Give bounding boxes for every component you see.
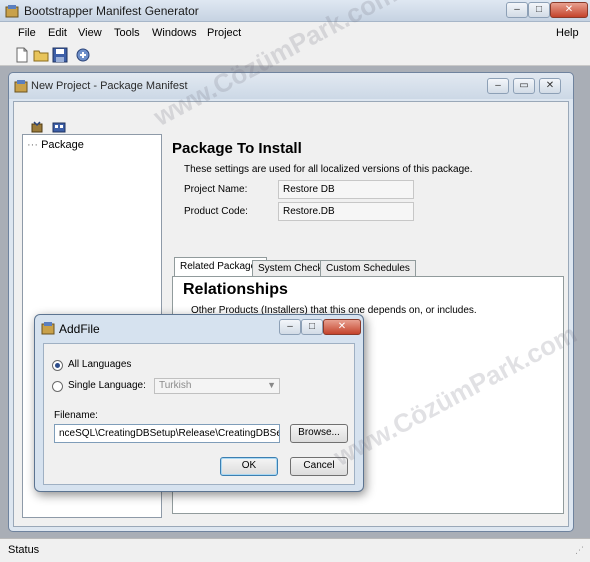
minimize-button[interactable]: – <box>506 2 528 18</box>
dialog-close-button[interactable]: ✕ <box>323 319 361 335</box>
dialog-maximize-button[interactable]: □ <box>301 319 323 335</box>
project-name-field[interactable]: Restore DB <box>278 180 414 199</box>
tab-custom-schedules[interactable]: Custom Schedules <box>320 260 416 277</box>
product-code-field[interactable]: Restore.DB <box>278 202 414 221</box>
dialog-title: AddFile <box>59 322 100 336</box>
child-close-button[interactable]: ✕ <box>539 78 561 94</box>
menu-edit[interactable]: Edit <box>48 27 67 39</box>
status-bar: Status ⋰ <box>0 538 590 562</box>
browse-button[interactable]: Browse... <box>290 424 348 443</box>
child-window-title: New Project - Package Manifest <box>31 80 188 92</box>
cancel-button[interactable]: Cancel <box>290 457 348 476</box>
child-title-bar: New Project - Package Manifest – ▭ ✕ <box>9 73 573 99</box>
save-icon[interactable] <box>52 47 68 63</box>
menu-tools[interactable]: Tools <box>114 27 140 39</box>
single-language-radio[interactable] <box>52 381 63 392</box>
project-name-label: Project Name: <box>184 184 248 195</box>
menu-file[interactable]: File <box>18 27 36 39</box>
child-toolbar <box>20 106 80 133</box>
tree-connector: ··· <box>27 139 38 151</box>
open-folder-icon[interactable] <box>33 47 49 63</box>
maximize-button[interactable]: □ <box>528 2 550 18</box>
filename-label: Filename: <box>54 410 98 421</box>
main-toolbar <box>0 44 590 66</box>
add-file-icon[interactable] <box>52 120 66 134</box>
language-select[interactable]: Turkish ▼ <box>154 378 280 394</box>
status-text: Status <box>8 544 40 556</box>
main-title-bar: Bootstrapper Manifest Generator – □ ✕ <box>0 0 590 22</box>
new-file-icon[interactable] <box>14 47 30 63</box>
menu-windows[interactable]: Windows <box>152 27 197 39</box>
tree-item-package[interactable]: ··· Package <box>27 139 84 151</box>
ok-button[interactable]: OK <box>220 457 278 476</box>
language-select-value: Turkish <box>159 380 192 391</box>
add-package-icon[interactable] <box>30 120 44 134</box>
child-restore-button[interactable]: ▭ <box>513 78 535 94</box>
all-languages-radio[interactable] <box>52 360 63 371</box>
dialog-client-area: All Languages Single Language: Turkish ▼… <box>43 343 355 485</box>
all-languages-label: All Languages <box>68 359 132 370</box>
close-button[interactable]: ✕ <box>550 2 588 18</box>
dialog-minimize-button[interactable]: – <box>279 319 301 335</box>
add-file-dialog: AddFile – □ ✕ All Languages Single Langu… <box>34 314 364 492</box>
menu-view[interactable]: View <box>78 27 102 39</box>
menu-project[interactable]: Project <box>207 27 241 39</box>
menu-bar: File Edit View Tools Windows Project Hel… <box>0 22 590 44</box>
manifest-icon <box>14 80 28 93</box>
dialog-icon <box>41 322 55 335</box>
single-language-label: Single Language: <box>68 380 146 391</box>
dialog-title-bar: AddFile – □ ✕ <box>35 315 363 341</box>
resize-grip-icon[interactable]: ⋰ <box>575 545 584 556</box>
build-icon[interactable] <box>75 47 91 63</box>
menu-help[interactable]: Help <box>556 27 579 39</box>
package-description: These settings are used for all localize… <box>184 164 473 175</box>
child-minimize-button[interactable]: – <box>487 78 509 94</box>
app-title: Bootstrapper Manifest Generator <box>24 4 199 18</box>
tree-item-label: Package <box>41 139 84 151</box>
relationships-heading: Relationships <box>183 281 288 298</box>
app-icon <box>5 5 19 18</box>
chevron-down-icon: ▼ <box>267 380 276 390</box>
product-code-label: Product Code: <box>184 206 248 217</box>
filename-field[interactable]: nceSQL\CreatingDBSetup\Release\CreatingD… <box>54 424 280 443</box>
package-heading: Package To Install <box>172 140 302 157</box>
